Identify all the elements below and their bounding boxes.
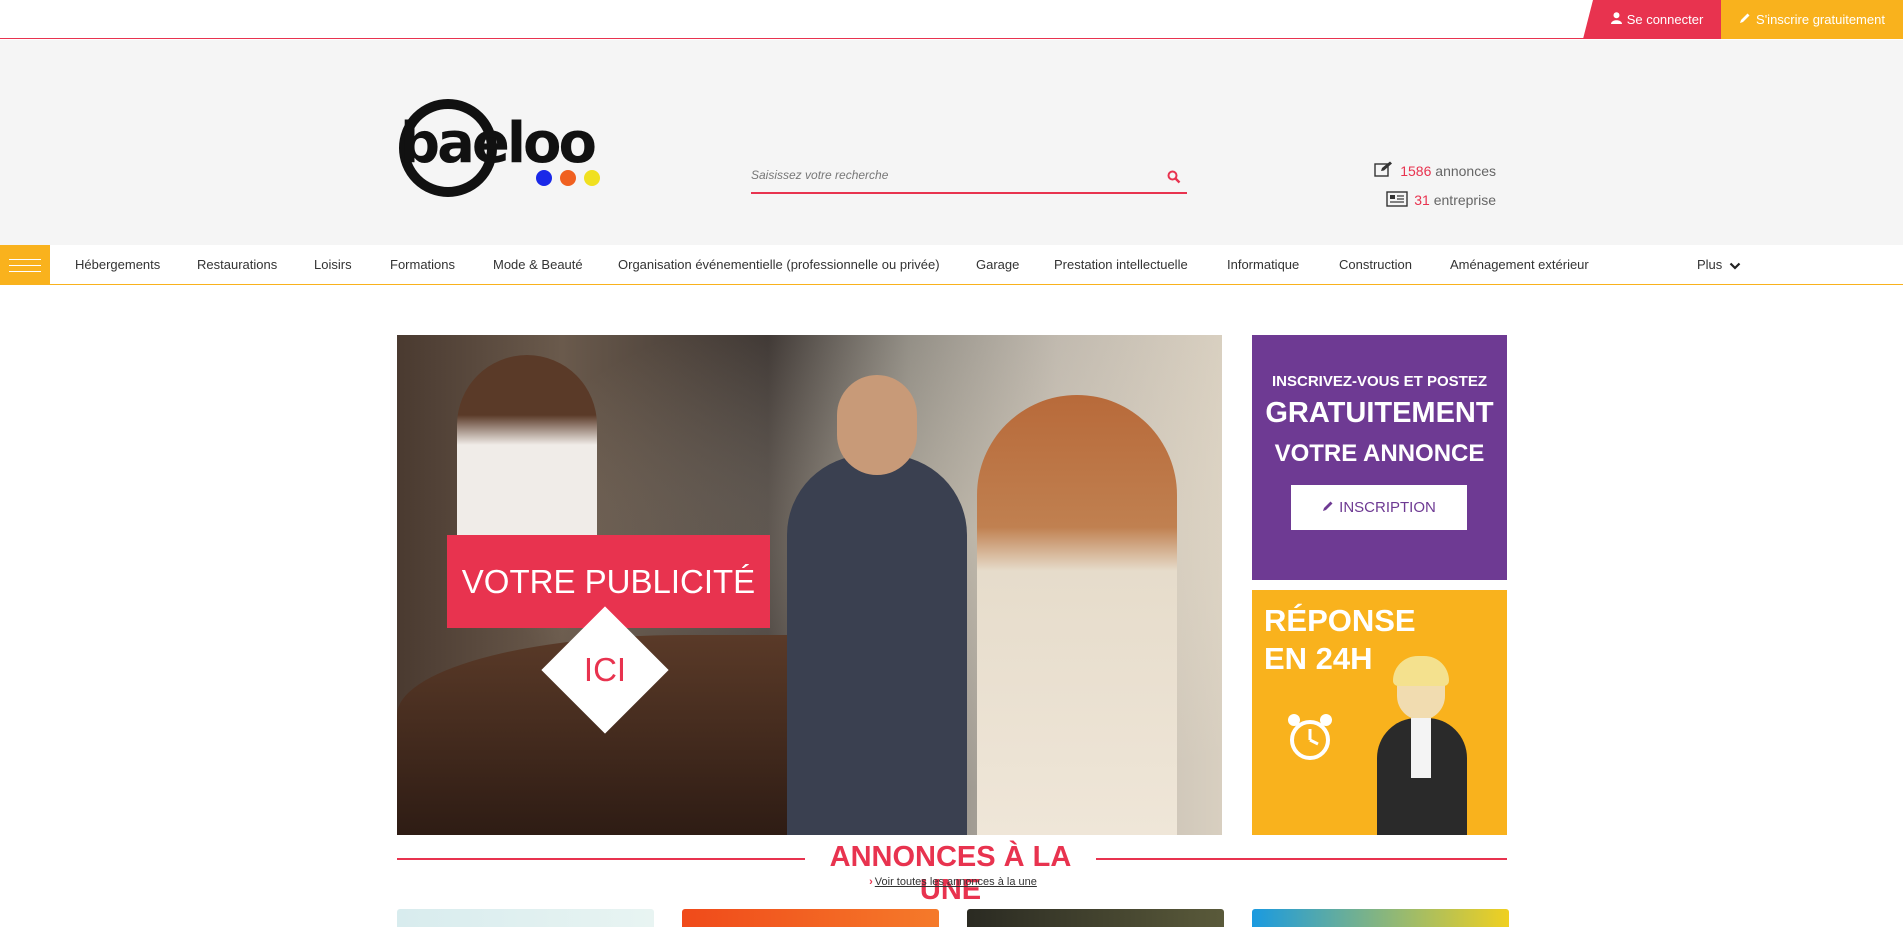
edit-icon (1374, 158, 1394, 186)
man-face (837, 375, 917, 475)
signup-promo-panel: INSCRIVEZ-VOUS ET POSTEZ GRATUITEMENT VO… (1252, 335, 1507, 580)
nav-more-label: Plus (1697, 257, 1723, 272)
section-divider-left (397, 858, 807, 860)
nav-more-dropdown[interactable]: Plus (1697, 245, 1741, 285)
signup-button[interactable]: S'inscrire gratuitement (1721, 0, 1903, 39)
logo-letters: baeloo (400, 111, 596, 176)
search-icon[interactable] (1167, 170, 1183, 186)
nav-item-amenagement[interactable]: Aménagement extérieur (1450, 245, 1589, 285)
section-divider-right (1096, 858, 1507, 860)
see-all-label: Voir toutes les annonces à la une (874, 876, 1037, 888)
annonces-label: annonces (1435, 163, 1496, 179)
newspaper-icon (1386, 188, 1408, 216)
entreprise-count: 31 (1414, 192, 1430, 209)
businesswoman-image (1367, 656, 1477, 835)
inscription-button[interactable]: INSCRIPTION (1291, 485, 1467, 530)
listing-card[interactable] (967, 909, 1224, 927)
see-all-link[interactable]: › Voir toutes les annonces à la une (858, 876, 1048, 892)
stat-annonces: 1586 annonces (1350, 157, 1496, 186)
annonces-count: 1586 (1400, 163, 1432, 179)
listing-card[interactable] (682, 909, 939, 927)
response-title-line-1: RÉPONSE (1264, 603, 1416, 638)
nav-item-loisirs[interactable]: Loisirs (314, 245, 352, 285)
alarm-clock-icon (1282, 710, 1338, 771)
pencil-icon (1322, 500, 1334, 515)
ad-ici-label: ICI (583, 651, 627, 688)
login-button[interactable]: Se connecter (1583, 0, 1721, 39)
promo-line-3: VOTRE ANNONCE (1274, 440, 1485, 467)
nav-item-organisation[interactable]: Organisation événementielle (professionn… (618, 245, 940, 285)
user-icon (1610, 12, 1622, 27)
section-title: ANNONCES À LA UNE (805, 841, 1096, 906)
nav-item-prestation[interactable]: Prestation intellectuelle (1054, 245, 1188, 285)
nav-item-garage[interactable]: Garage (976, 245, 1019, 285)
hero-banner[interactable]: VOTRE PUBLICITÉ ICI (397, 335, 1222, 835)
category-nav: Hébergements Restaurations Loisirs Forma… (0, 245, 1903, 285)
woman-right-silhouette (977, 395, 1177, 835)
listing-card[interactable] (1252, 909, 1509, 927)
nav-item-mode-beaute[interactable]: Mode & Beauté (493, 245, 583, 285)
nav-item-formations[interactable]: Formations (390, 245, 455, 285)
chevron-right-icon: › (869, 876, 873, 888)
promo-line-1: INSCRIVEZ-VOUS ET POSTEZ (1271, 373, 1488, 390)
listing-card[interactable] (397, 909, 654, 927)
top-bar: Se connecter S'inscrire gratuitement (0, 0, 1903, 39)
nav-item-informatique[interactable]: Informatique (1227, 245, 1299, 285)
login-label: Se connecter (1626, 12, 1704, 27)
nav-item-restaurations[interactable]: Restaurations (197, 245, 277, 285)
header: baeloo 1586 annonces 31 entreprise (0, 40, 1903, 245)
site-logo[interactable]: baeloo (398, 92, 623, 204)
hamburger-menu-icon[interactable] (0, 245, 50, 285)
signup-label: S'inscrire gratuitement (1756, 12, 1885, 27)
woman-left-silhouette (457, 355, 597, 555)
search-bar (751, 154, 1187, 194)
search-input[interactable] (751, 164, 1151, 186)
chevron-down-icon (1726, 257, 1741, 272)
nav-item-construction[interactable]: Construction (1339, 245, 1412, 285)
response-promo-panel[interactable]: RÉPONSE EN 24H (1252, 590, 1507, 835)
inscription-label: INSCRIPTION (1339, 499, 1436, 516)
nav-item-hebergements[interactable]: Hébergements (75, 245, 160, 285)
entreprise-label: entreprise (1433, 192, 1496, 209)
man-silhouette (787, 455, 967, 835)
stats-block: 1586 annonces 31 entreprise (1350, 157, 1496, 216)
pencil-icon (1739, 12, 1751, 27)
promo-line-2: GRATUITEMENT (1265, 397, 1494, 429)
stat-entreprise: 31 entreprise (1350, 186, 1496, 215)
